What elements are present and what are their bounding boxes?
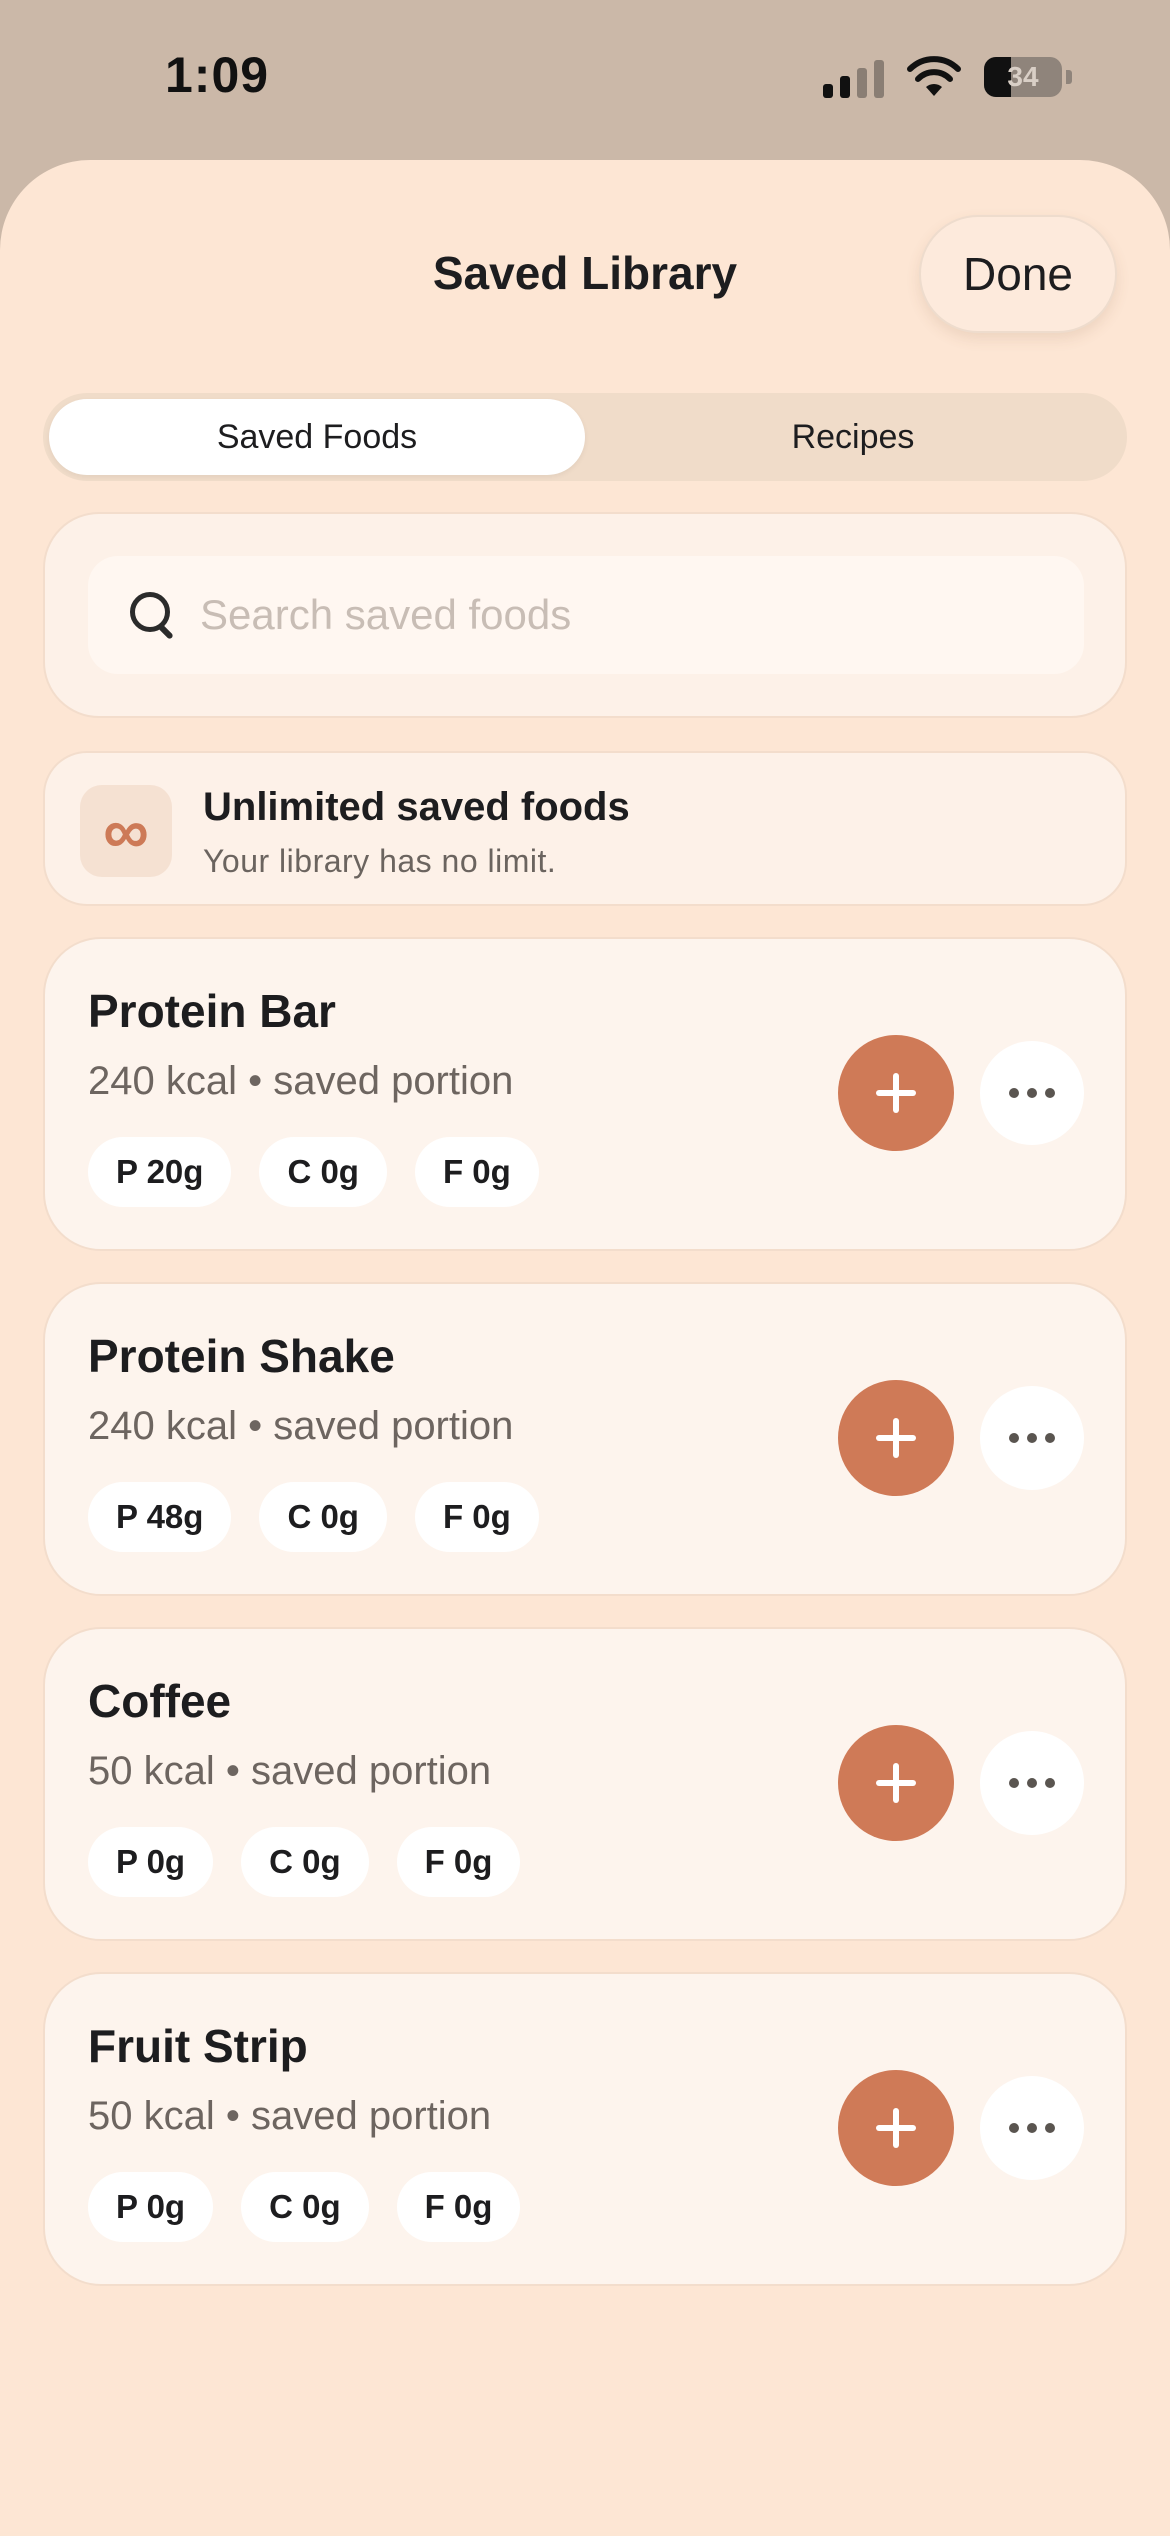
infinity-icon: ∞ <box>80 785 172 877</box>
tab-recipes[interactable]: Recipes <box>585 399 1121 475</box>
carbs-chip: C 0g <box>259 1137 387 1207</box>
more-options-button[interactable] <box>980 2076 1084 2180</box>
protein-chip: P 0g <box>88 1827 214 1897</box>
food-name: Coffee <box>88 1675 232 1727</box>
protein-chip: P 20g <box>88 1137 232 1207</box>
status-time: 1:09 <box>165 47 270 103</box>
more-options-button[interactable] <box>980 1386 1084 1490</box>
food-meta: 240 kcal • saved portion <box>88 1059 514 1103</box>
add-food-button[interactable] <box>838 1725 954 1841</box>
add-food-button[interactable] <box>838 2070 954 2186</box>
info-subtitle: Your library has no limit. <box>203 843 557 879</box>
cellular-signal-icon <box>823 56 884 98</box>
carbs-chip: C 0g <box>259 1482 387 1552</box>
battery-icon: 34 <box>984 57 1062 97</box>
carbs-chip: C 0g <box>241 2172 369 2242</box>
tab-saved-foods[interactable]: Saved Foods <box>49 399 585 475</box>
done-button[interactable]: Done <box>919 215 1117 333</box>
search-card: Search saved foods <box>43 512 1127 718</box>
more-options-button[interactable] <box>980 1041 1084 1145</box>
wifi-icon <box>907 56 961 96</box>
food-card[interactable]: Protein Shake 240 kcal • saved portion P… <box>43 1282 1127 1596</box>
food-card[interactable]: Coffee 50 kcal • saved portion P 0g C 0g… <box>43 1627 1127 1941</box>
add-food-button[interactable] <box>838 1035 954 1151</box>
search-input[interactable]: Search saved foods <box>88 556 1084 674</box>
macro-chips: P 0g C 0g F 0g <box>88 2172 521 2242</box>
add-food-button[interactable] <box>838 1380 954 1496</box>
search-placeholder: Search saved foods <box>200 591 572 638</box>
food-card[interactable]: Fruit Strip 50 kcal • saved portion P 0g… <box>43 1972 1127 2286</box>
food-meta: 50 kcal • saved portion <box>88 1749 492 1793</box>
food-name: Protein Shake <box>88 1330 395 1382</box>
fat-chip: F 0g <box>396 2172 521 2242</box>
carbs-chip: C 0g <box>241 1827 369 1897</box>
food-meta: 240 kcal • saved portion <box>88 1404 514 1448</box>
status-bar: 1:09 34 <box>0 0 1170 160</box>
unlimited-info-card: ∞ Unlimited saved foods Your library has… <box>43 751 1127 906</box>
macro-chips: P 48g C 0g F 0g <box>88 1482 539 1552</box>
food-name: Protein Bar <box>88 985 336 1037</box>
fat-chip: F 0g <box>414 1482 539 1552</box>
saved-library-sheet: Saved Library Done Saved Foods Recipes S… <box>0 160 1170 2536</box>
fat-chip: F 0g <box>396 1827 521 1897</box>
protein-chip: P 0g <box>88 2172 214 2242</box>
fat-chip: F 0g <box>414 1137 539 1207</box>
plus-icon <box>876 1763 916 1803</box>
status-icons: 34 <box>823 56 1072 98</box>
plus-icon <box>876 2108 916 2148</box>
plus-icon <box>876 1418 916 1458</box>
macro-chips: P 0g C 0g F 0g <box>88 1827 521 1897</box>
library-segmented-control: Saved Foods Recipes <box>43 393 1127 481</box>
more-options-button[interactable] <box>980 1731 1084 1835</box>
food-name: Fruit Strip <box>88 2020 308 2072</box>
macro-chips: P 20g C 0g F 0g <box>88 1137 539 1207</box>
info-title: Unlimited saved foods <box>203 785 630 829</box>
food-meta: 50 kcal • saved portion <box>88 2094 492 2138</box>
protein-chip: P 48g <box>88 1482 232 1552</box>
plus-icon <box>876 1073 916 1113</box>
food-card[interactable]: Protein Bar 240 kcal • saved portion P 2… <box>43 937 1127 1251</box>
battery-level: 34 <box>1007 61 1039 92</box>
search-icon <box>128 590 178 640</box>
